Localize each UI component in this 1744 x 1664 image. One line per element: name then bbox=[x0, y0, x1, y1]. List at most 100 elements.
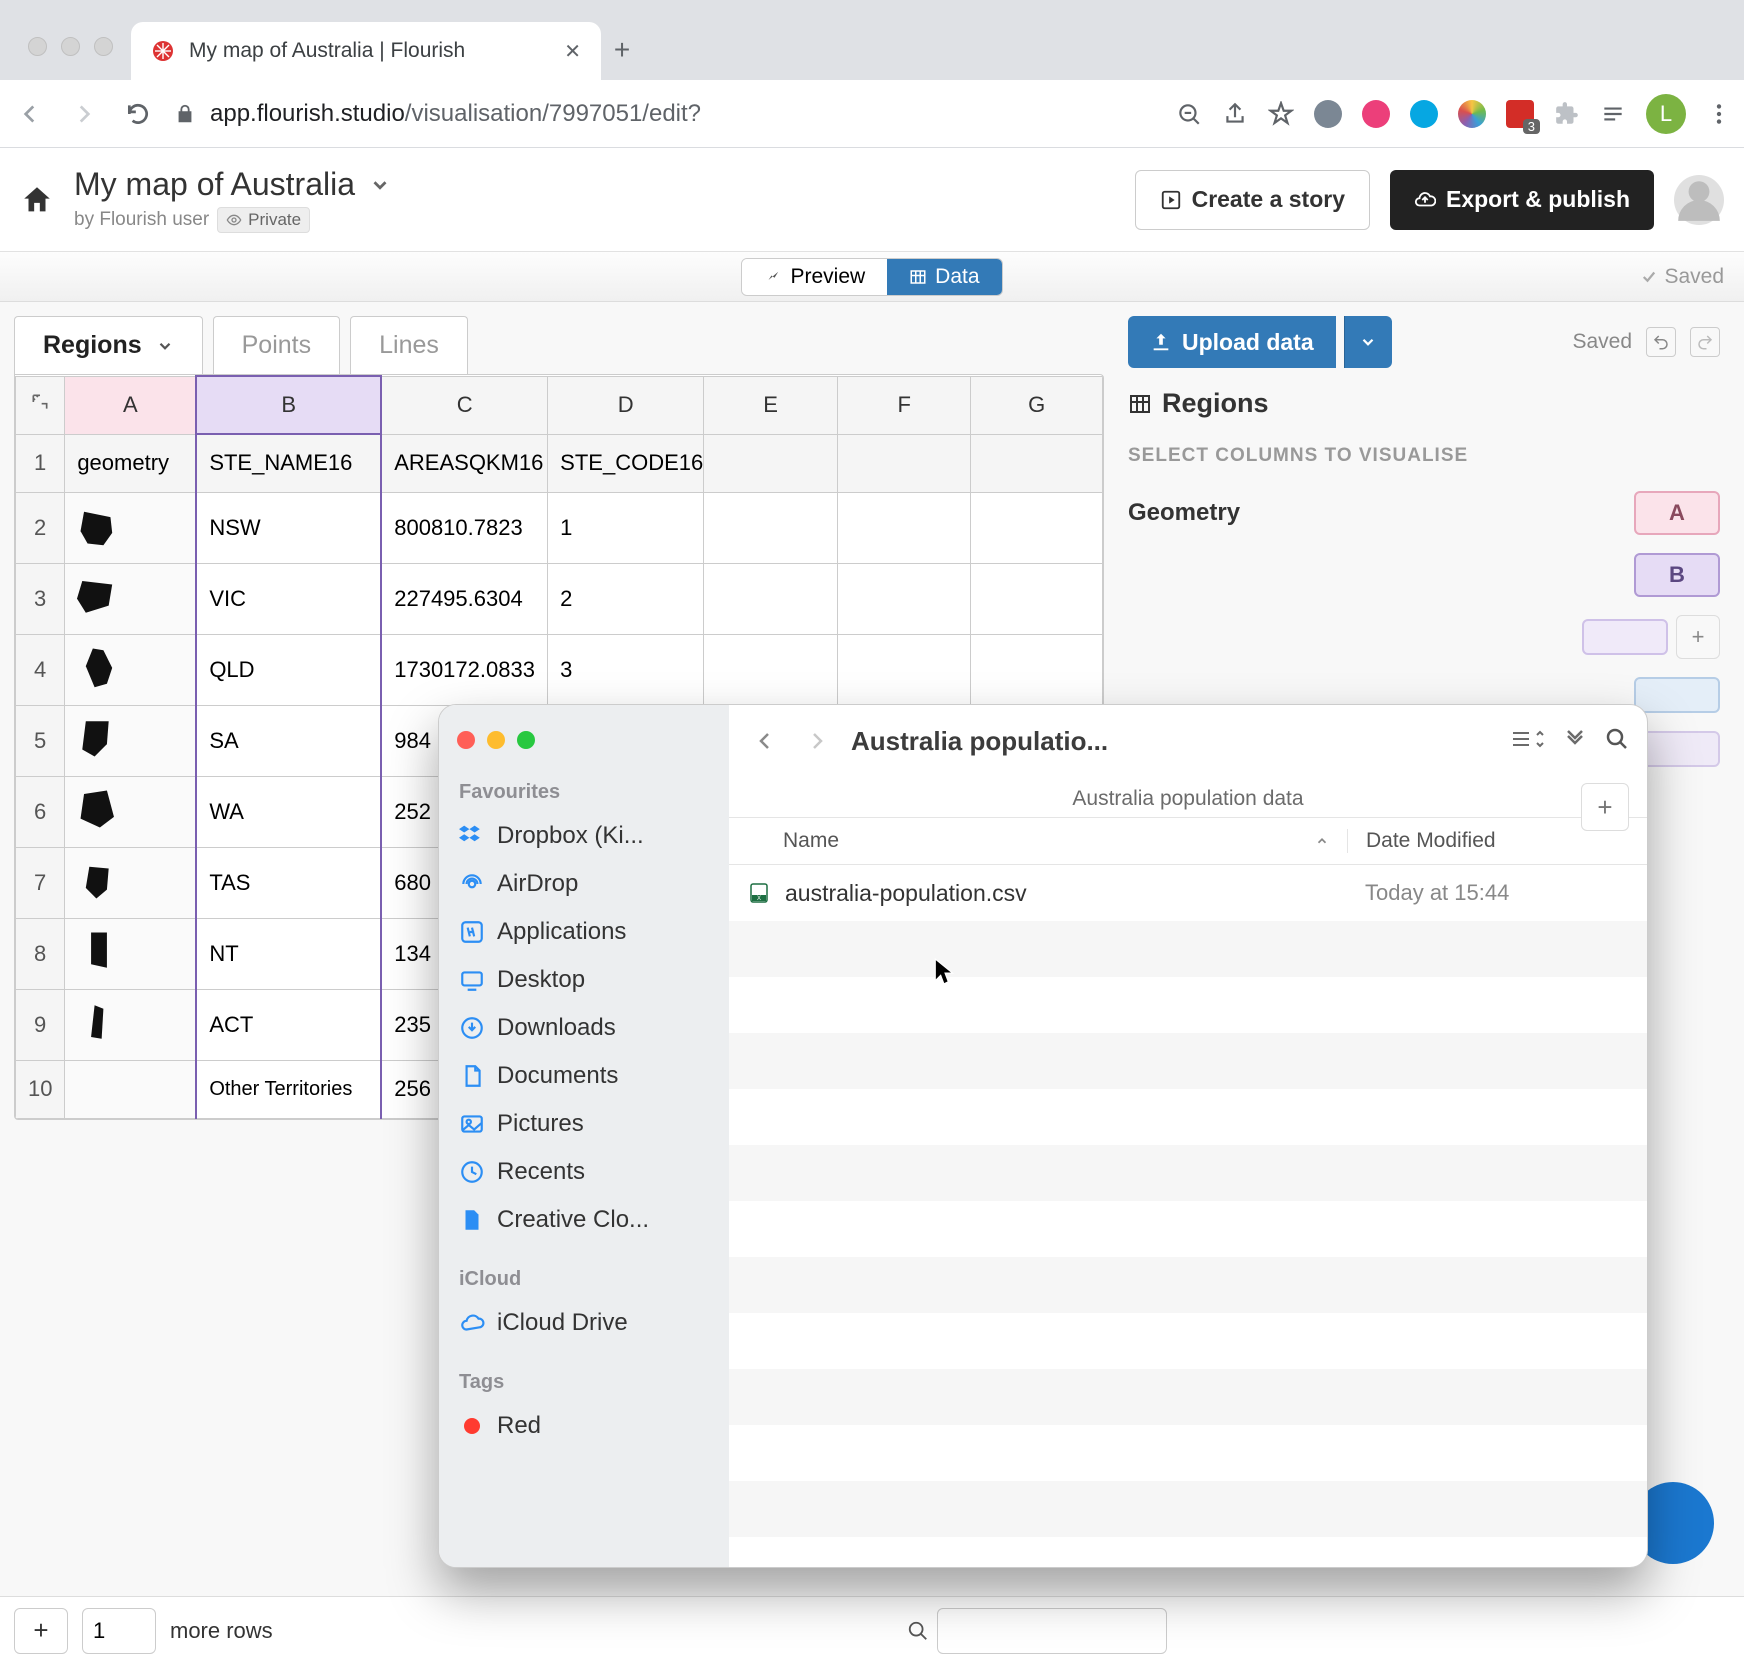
geom-cell[interactable] bbox=[65, 918, 197, 989]
chevron-down-icon[interactable] bbox=[369, 174, 391, 196]
finder-back[interactable] bbox=[747, 723, 783, 759]
sort-asc-icon bbox=[1315, 834, 1329, 848]
menu-icon[interactable] bbox=[1706, 101, 1732, 127]
sidebar-item-desktop[interactable]: Desktop bbox=[449, 956, 719, 1004]
add-rows-button[interactable]: + bbox=[14, 1608, 68, 1654]
table-row[interactable]: 1 geometry STE_NAME16 AREASQKM16 STE_COD… bbox=[16, 434, 1103, 492]
col-date[interactable]: Date Modified bbox=[1347, 829, 1647, 853]
col-name[interactable]: Name bbox=[729, 829, 1347, 853]
file-row[interactable]: X australia-population.csv Today at 15:4… bbox=[729, 865, 1647, 921]
window-zoom[interactable] bbox=[94, 37, 113, 56]
finder-add-button[interactable]: + bbox=[1581, 783, 1629, 831]
ext-icon-2[interactable] bbox=[1362, 100, 1390, 128]
empty-col-chip[interactable] bbox=[1582, 619, 1668, 655]
search-input[interactable] bbox=[937, 1608, 1167, 1654]
upload-data-button[interactable]: Upload data bbox=[1128, 316, 1336, 368]
create-story-button[interactable]: Create a story bbox=[1135, 170, 1370, 230]
reading-list-icon[interactable] bbox=[1600, 101, 1626, 127]
table-row[interactable]: 3VIC227495.63042 bbox=[16, 563, 1103, 634]
geom-cell[interactable] bbox=[65, 1060, 197, 1118]
sidebar-item-applications[interactable]: Applications bbox=[449, 908, 719, 956]
ext-icon-4[interactable] bbox=[1458, 100, 1486, 128]
sidebar-tag-red[interactable]: Red bbox=[449, 1402, 719, 1450]
extensions-icon[interactable] bbox=[1554, 101, 1580, 127]
table-row[interactable]: 2NSW800810.78231 bbox=[16, 492, 1103, 563]
sidebar-item-airdrop[interactable]: AirDrop bbox=[449, 860, 719, 908]
geom-cell[interactable] bbox=[65, 563, 197, 634]
geom-cell[interactable] bbox=[65, 634, 197, 705]
new-tab-button[interactable]: + bbox=[601, 34, 643, 80]
finder-search-button[interactable] bbox=[1605, 727, 1629, 756]
tab-lines[interactable]: Lines bbox=[350, 316, 468, 374]
sidebar-item-downloads[interactable]: Downloads bbox=[449, 1004, 719, 1052]
undo-button[interactable] bbox=[1646, 327, 1676, 357]
back-button[interactable] bbox=[12, 96, 48, 132]
user-avatar[interactable] bbox=[1674, 175, 1724, 225]
col-header-C[interactable]: C bbox=[381, 376, 547, 434]
address-bar[interactable]: app.flourish.studio/visualisation/799705… bbox=[174, 100, 1158, 128]
home-icon[interactable] bbox=[20, 183, 54, 217]
forward-button[interactable] bbox=[66, 96, 102, 132]
sidebar-item-recents[interactable]: Recents bbox=[449, 1148, 719, 1196]
minimize-icon[interactable] bbox=[487, 731, 505, 749]
more-button[interactable] bbox=[1561, 727, 1589, 756]
geom-cell[interactable] bbox=[65, 776, 197, 847]
geom-cell[interactable] bbox=[65, 705, 197, 776]
geom-cell[interactable] bbox=[65, 847, 197, 918]
cell[interactable]: STE_NAME16 bbox=[196, 434, 381, 492]
col-header-G[interactable]: G bbox=[971, 376, 1103, 434]
zoom-icon[interactable] bbox=[1176, 101, 1202, 127]
cell[interactable]: geometry bbox=[65, 434, 197, 492]
share-icon[interactable] bbox=[1222, 101, 1248, 127]
sidebar-item-documents[interactable]: Documents bbox=[449, 1052, 719, 1100]
col-header-D[interactable]: D bbox=[548, 376, 704, 434]
star-icon[interactable] bbox=[1268, 101, 1294, 127]
chevron-down-icon[interactable] bbox=[156, 337, 174, 355]
upload-dropdown[interactable] bbox=[1344, 316, 1392, 368]
sidebar-item-pictures[interactable]: Pictures bbox=[449, 1100, 719, 1148]
geometry-col-chip[interactable]: A bbox=[1634, 491, 1720, 535]
project-title[interactable]: My map of Australia bbox=[74, 166, 355, 203]
reload-button[interactable] bbox=[120, 96, 156, 132]
sidebar-item-icloud[interactable]: iCloud Drive bbox=[449, 1299, 719, 1347]
cell[interactable]: STE_CODE16 bbox=[548, 434, 704, 492]
table-row[interactable]: 4QLD1730172.08333 bbox=[16, 634, 1103, 705]
preview-tab[interactable]: Preview bbox=[742, 259, 887, 295]
privacy-badge[interactable]: Private bbox=[217, 207, 310, 233]
name-col-chip[interactable]: B bbox=[1634, 553, 1720, 597]
tab-points[interactable]: Points bbox=[213, 316, 340, 374]
tab-regions[interactable]: Regions bbox=[14, 316, 203, 374]
tab-close-icon[interactable]: ✕ bbox=[564, 39, 581, 64]
rows-count-input[interactable] bbox=[82, 1608, 156, 1654]
lastpass-icon[interactable]: 3 bbox=[1506, 100, 1534, 128]
export-button[interactable]: Export & publish bbox=[1390, 170, 1654, 230]
geom-cell[interactable] bbox=[65, 492, 197, 563]
redo-button[interactable] bbox=[1690, 327, 1720, 357]
data-tab[interactable]: Data bbox=[887, 259, 1001, 295]
cell[interactable]: AREASQKM16 bbox=[381, 434, 547, 492]
ext-icon-3[interactable] bbox=[1410, 100, 1438, 128]
col-header-E[interactable]: E bbox=[704, 376, 838, 434]
window-traffic-lights bbox=[10, 37, 131, 80]
sidebar-item-creative-cloud[interactable]: Creative Clo... bbox=[449, 1196, 719, 1244]
col-header-F[interactable]: F bbox=[837, 376, 971, 434]
mode-toggle: Preview Data bbox=[741, 258, 1002, 296]
col-header-B[interactable]: B bbox=[196, 376, 381, 434]
zoom-icon[interactable] bbox=[517, 731, 535, 749]
window-minimize[interactable] bbox=[61, 37, 80, 56]
geom-cell[interactable] bbox=[65, 989, 197, 1060]
profile-avatar[interactable]: L bbox=[1646, 94, 1686, 134]
table-icon bbox=[1128, 392, 1152, 416]
sidebar-item-dropbox[interactable]: Dropbox (Ki... bbox=[449, 812, 719, 860]
empty-col-chip[interactable] bbox=[1634, 677, 1720, 713]
close-icon[interactable] bbox=[457, 731, 475, 749]
add-column-button[interactable]: + bbox=[1676, 615, 1720, 659]
corner-cell[interactable] bbox=[16, 376, 65, 434]
view-mode-button[interactable] bbox=[1511, 727, 1545, 756]
finder-forward[interactable] bbox=[799, 723, 835, 759]
icloud-header: iCloud bbox=[449, 1262, 719, 1299]
col-header-A[interactable]: A bbox=[65, 376, 197, 434]
ext-icon-1[interactable] bbox=[1314, 100, 1342, 128]
browser-tab[interactable]: My map of Australia | Flourish ✕ bbox=[131, 22, 601, 80]
window-close[interactable] bbox=[28, 37, 47, 56]
